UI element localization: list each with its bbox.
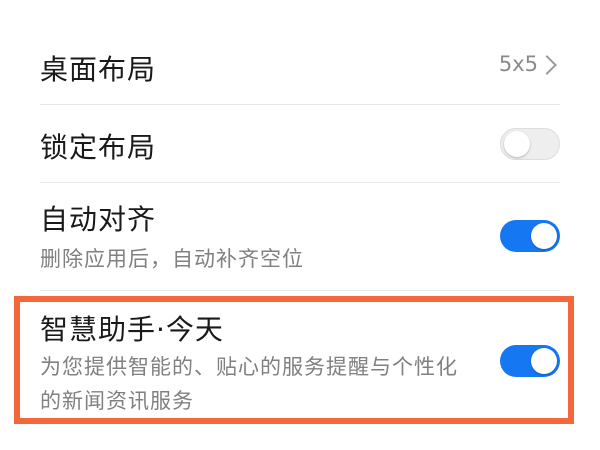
- lock-layout-label: 锁定布局: [40, 131, 157, 164]
- divider: [40, 104, 560, 105]
- divider: [40, 182, 560, 183]
- divider: [40, 290, 560, 291]
- toggle-knob: [504, 131, 530, 157]
- auto-align-description: 删除应用后，自动补齐空位: [40, 247, 304, 271]
- auto-align-label: 自动对齐: [40, 203, 157, 236]
- setting-lock-layout[interactable]: 锁定布局: [40, 112, 560, 174]
- setting-auto-align[interactable]: 自动对齐 删除应用后，自动补齐空位: [40, 190, 560, 286]
- launcher-settings-screen: 桌面布局 5x5 锁定布局 自动对齐 删除应用后，自动补齐空位 智慧助手·今天 …: [0, 0, 600, 450]
- desktop-layout-label: 桌面布局: [40, 53, 157, 86]
- lock-layout-toggle[interactable]: [500, 128, 560, 160]
- highlight-annotation-box: [14, 296, 574, 424]
- setting-desktop-layout[interactable]: 桌面布局 5x5: [40, 38, 560, 94]
- desktop-layout-value: 5x5: [498, 52, 538, 76]
- auto-align-toggle[interactable]: [500, 220, 560, 252]
- toggle-knob: [531, 223, 557, 249]
- chevron-right-icon: [537, 55, 557, 75]
